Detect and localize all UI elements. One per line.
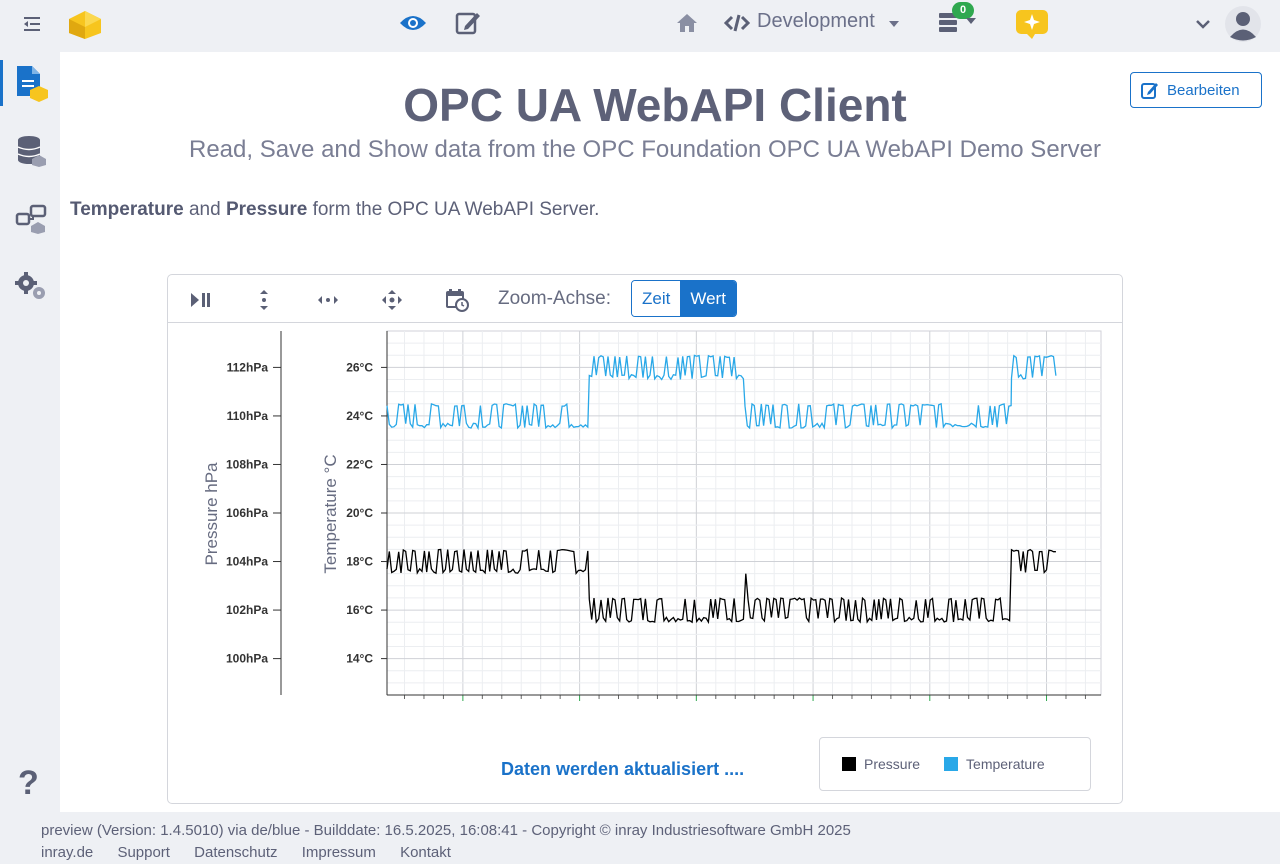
edit-button-label: Bearbeiten bbox=[1167, 81, 1240, 99]
view-eye-icon[interactable] bbox=[398, 8, 428, 38]
pan-arrows-icon[interactable] bbox=[379, 287, 405, 313]
y-tick-label-pressure: 108hPa bbox=[226, 457, 268, 471]
intro-text: Temperature and Pressure form the OPC UA… bbox=[70, 196, 610, 224]
y-tick-label-temperature: 22°C bbox=[346, 457, 373, 471]
intro-temperature: Temperature bbox=[70, 199, 184, 220]
legend-swatch-temperature bbox=[944, 757, 959, 771]
caret-down-icon[interactable] bbox=[965, 16, 977, 26]
zoom-value-option[interactable]: Wert bbox=[680, 281, 736, 316]
y-tick-label-pressure: 102hPa bbox=[226, 603, 268, 617]
footer-link-privacy[interactable]: Datenschutz bbox=[194, 844, 277, 861]
page-subtitle: Read, Save and Show data from the OPC Fo… bbox=[188, 136, 1101, 163]
intro-rest: form the OPC UA WebAPI Server. bbox=[307, 199, 600, 220]
vertical-zoom-icon[interactable] bbox=[251, 287, 277, 313]
footer-build-info: preview (Version: 1.4.5010) via de/blue … bbox=[41, 822, 851, 839]
y-tick-label-pressure: 110hPa bbox=[227, 409, 269, 423]
help-icon[interactable]: ? bbox=[18, 764, 39, 803]
y-tick-label-pressure: 112hPa bbox=[227, 360, 269, 374]
legend-item-pressure[interactable]: Pressure bbox=[842, 756, 920, 772]
edit-button[interactable]: Bearbeiten bbox=[1130, 72, 1262, 108]
chart-status-text: Daten werden aktualisiert .... bbox=[501, 759, 745, 779]
main-content: OPC UA WebAPI Client Read, Save and Show… bbox=[60, 52, 1280, 812]
footer: preview (Version: 1.4.5010) via de/blue … bbox=[41, 820, 851, 864]
y-tick-label-temperature: 16°C bbox=[346, 603, 373, 617]
document-icon bbox=[17, 66, 48, 102]
pen-square-icon bbox=[1141, 83, 1158, 99]
zoom-axis-label: Zoom-Achse: bbox=[498, 288, 611, 309]
sidebar-item-settings[interactable] bbox=[14, 270, 48, 304]
sidebar-active-indicator bbox=[0, 60, 3, 106]
ai-assistant-icon[interactable] bbox=[1014, 8, 1050, 40]
y-tick-label-pressure: 104hPa bbox=[226, 555, 268, 569]
sidebar-item-database[interactable] bbox=[14, 134, 48, 168]
chart-panel: Zoom-Achse: Zeit Wert 18.5.202506:0012:0… bbox=[167, 274, 1123, 804]
intro-and: and bbox=[183, 199, 226, 220]
sidebar: ? bbox=[0, 52, 60, 812]
y-tick-label-pressure: 100hPa bbox=[226, 652, 268, 666]
code-icon[interactable] bbox=[723, 10, 751, 36]
database-icon bbox=[17, 136, 46, 167]
chart-toolbar: Zoom-Achse: Zeit Wert bbox=[168, 275, 1122, 323]
sidebar-item-pages[interactable] bbox=[12, 64, 50, 102]
chevron-down-icon bbox=[889, 21, 899, 27]
legend-swatch-pressure bbox=[842, 757, 856, 771]
edit-mode-icon[interactable] bbox=[453, 8, 483, 38]
intro-pressure: Pressure bbox=[225, 199, 308, 220]
play-pause-icon[interactable] bbox=[188, 287, 214, 313]
legend-label-temperature: Temperature bbox=[966, 756, 1045, 772]
y-tick-label-temperature: 14°C bbox=[346, 652, 373, 666]
footer-links: inray.de Support Datenschutz Impressum K… bbox=[41, 842, 851, 864]
footer-link-imprint[interactable]: Impressum bbox=[302, 844, 376, 861]
y-axis-right-label: Temperature °C bbox=[321, 454, 340, 573]
environment-dropdown[interactable]: Development bbox=[757, 10, 875, 33]
sidebar-item-connections[interactable] bbox=[14, 202, 48, 236]
legend-label-pressure: Pressure bbox=[864, 756, 921, 772]
legend-item-temperature[interactable]: Temperature bbox=[944, 756, 1045, 772]
app-logo[interactable] bbox=[66, 8, 104, 40]
footer-link-support[interactable]: Support bbox=[117, 844, 170, 861]
line-chart[interactable]: 18.5.202506:0012:0018:0019.5.202506:0014… bbox=[168, 324, 1122, 704]
footer-link-inray[interactable]: inray.de bbox=[41, 844, 93, 861]
top-bar: Development 0 bbox=[0, 0, 1280, 52]
network-devices-icon bbox=[15, 204, 47, 234]
horizontal-zoom-icon[interactable] bbox=[315, 287, 341, 313]
page-title: OPC UA WebAPI Client bbox=[403, 79, 907, 131]
y-tick-label-temperature: 20°C bbox=[346, 506, 373, 520]
y-tick-label-temperature: 24°C bbox=[346, 409, 373, 423]
zoom-axis-toggle: Zeit Wert bbox=[631, 280, 737, 317]
gears-icon bbox=[15, 272, 45, 299]
calendar-clock-icon[interactable] bbox=[444, 287, 470, 313]
footer-link-contact[interactable]: Kontakt bbox=[400, 844, 451, 861]
user-menu-chevron-icon[interactable] bbox=[1193, 14, 1213, 34]
menu-collapse-icon[interactable] bbox=[20, 12, 44, 36]
zoom-time-option[interactable]: Zeit bbox=[632, 281, 681, 316]
y-axis-left-label: Pressure hPa bbox=[202, 462, 221, 566]
chart-legend: Pressure Temperature bbox=[819, 737, 1091, 791]
y-tick-label-temperature: 18°C bbox=[346, 555, 373, 569]
y-tick-label-pressure: 106hPa bbox=[226, 506, 268, 520]
user-avatar[interactable] bbox=[1224, 5, 1262, 43]
home-icon[interactable] bbox=[674, 10, 700, 36]
y-tick-label-temperature: 26°C bbox=[346, 360, 373, 374]
